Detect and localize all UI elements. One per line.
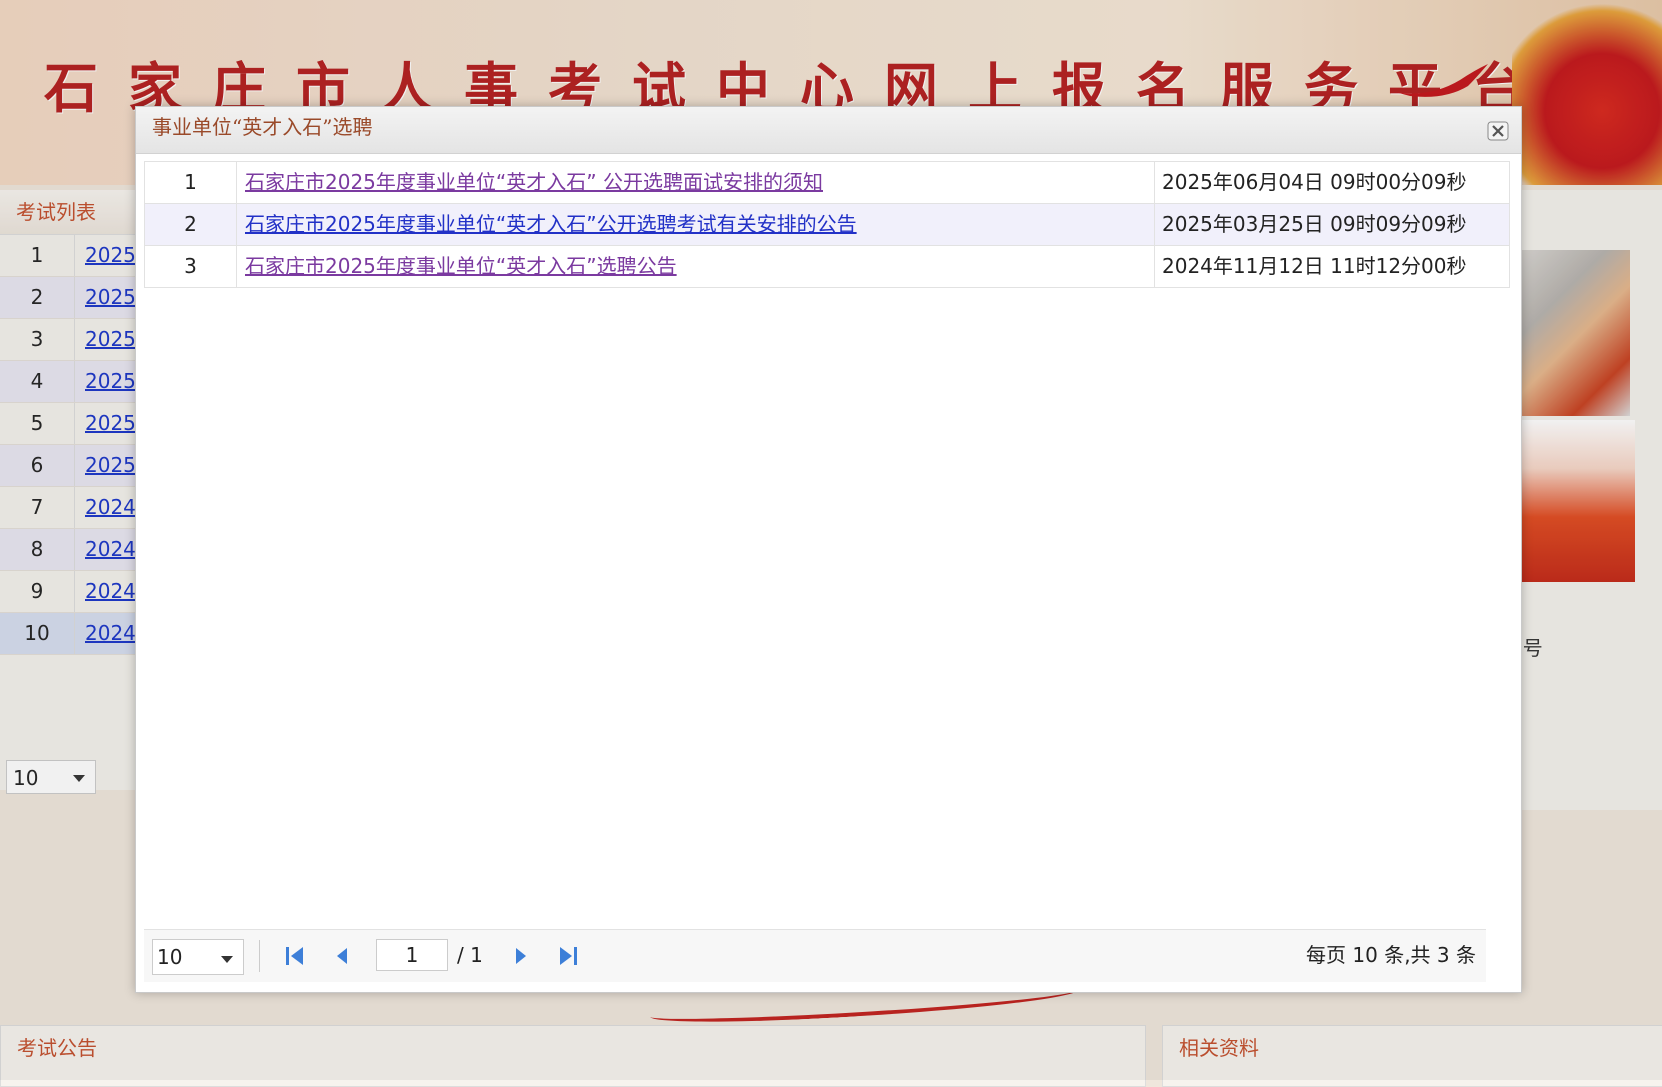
announcement-link[interactable]: 石家庄市2025年度事业单位“英才入石”公开选聘考试有关安排的公告 — [245, 212, 857, 236]
table-row[interactable]: 1 石家庄市2025年度事业单位“英才入石” 公开选聘面试安排的须知 2025年… — [144, 161, 1510, 204]
table-row[interactable]: 3 石家庄市2025年度事业单位“英才入石”选聘公告 2024年11月12日 1… — [144, 246, 1510, 288]
last-page-icon[interactable] — [555, 944, 581, 968]
announcement-link[interactable]: 石家庄市2025年度事业单位“英才入石” 公开选聘面试安排的须知 — [245, 170, 823, 194]
row-number: 2 — [145, 204, 237, 245]
row-number: 3 — [145, 246, 237, 287]
pagination-summary: 每页 10 条,共 3 条 — [1306, 943, 1476, 967]
chevron-down-icon — [221, 956, 233, 963]
prev-page-icon[interactable] — [329, 944, 355, 968]
divider — [259, 940, 260, 972]
page-size-value: 10 — [157, 945, 183, 969]
first-page-icon[interactable] — [282, 944, 308, 968]
next-page-icon[interactable] — [508, 944, 534, 968]
dialog-header: 事业单位“英才入石”选聘 — [136, 107, 1521, 154]
publish-date: 2024年11月12日 11时12分00秒 — [1162, 254, 1467, 278]
close-icon[interactable] — [1487, 121, 1509, 141]
announcement-dialog: 事业单位“英才入石”选聘 1 石家庄市2025年度事业单位“英才入石” 公开选聘… — [135, 106, 1522, 993]
announcement-link[interactable]: 石家庄市2025年度事业单位“英才入石”选聘公告 — [245, 254, 677, 278]
publish-date: 2025年06月04日 09时00分09秒 — [1162, 170, 1467, 194]
row-number: 1 — [145, 162, 237, 203]
dialog-title: 事业单位“英才入石”选聘 — [152, 115, 373, 139]
page-size-select[interactable]: 10 — [152, 939, 244, 975]
announcement-table: 1 石家庄市2025年度事业单位“英才入石” 公开选聘面试安排的须知 2025年… — [144, 161, 1510, 288]
total-pages: / 1 — [457, 943, 483, 967]
table-row[interactable]: 2 石家庄市2025年度事业单位“英才入石”公开选聘考试有关安排的公告 2025… — [144, 204, 1510, 246]
page-number-input[interactable]: 1 — [376, 939, 448, 971]
publish-date: 2025年03月25日 09时09分09秒 — [1162, 212, 1467, 236]
pagination-bar: 10 1 / 1 每页 10 条,共 3 条 — [144, 929, 1486, 982]
